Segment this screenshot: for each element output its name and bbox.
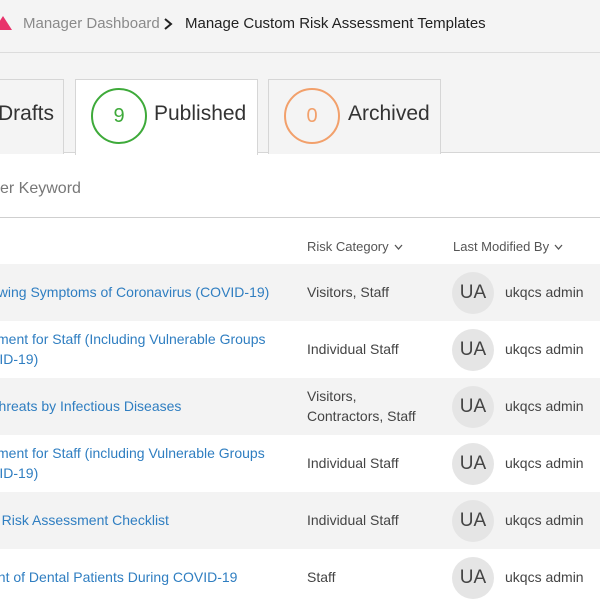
archived-count-badge: 0 (284, 88, 340, 144)
chevron-right-icon (164, 18, 173, 30)
triangle-logo-icon[interactable] (0, 16, 12, 30)
table-row[interactable]: e Risk Assessment Checklist Individual S… (0, 492, 600, 549)
risk-category-cell: Visitors, Staff (307, 284, 389, 300)
modified-by-cell: ukqcs admin (505, 398, 584, 414)
modified-by-cell: ukqcs admin (505, 569, 584, 585)
modified-by-cell: ukqcs admin (505, 284, 584, 300)
column-header-last-modified-by[interactable]: Last Modified By (453, 239, 563, 254)
modified-by-cell: ukqcs admin (505, 512, 584, 528)
tab-drafts-label: Drafts (0, 102, 55, 125)
breadcrumb-manager-dashboard[interactable]: Manager Dashboard (23, 15, 160, 32)
modified-by-cell: ukqcs admin (505, 341, 584, 357)
chevron-down-icon (394, 244, 403, 250)
risk-category-cell: Individual Staff (307, 512, 399, 528)
avatar: UA (452, 443, 494, 485)
tab-published-label: Published (154, 102, 247, 125)
keyword-search-input[interactable]: er Keyword (0, 180, 81, 198)
table-row[interactable]: ent of Dental Patients During COVID-19 S… (0, 549, 600, 600)
risk-category-cell: Individual Staff (307, 455, 399, 471)
modified-by-cell: ukqcs admin (505, 455, 584, 471)
template-name-link[interactable]: e Risk Assessment Checklist (0, 510, 290, 530)
breadcrumb-current-page: Manage Custom Risk Assessment Templates (185, 15, 486, 32)
table-row[interactable]: sment for Staff (including Vulnerable Gr… (0, 435, 600, 492)
column-header-risk-category[interactable]: Risk Category (307, 239, 403, 254)
table-row[interactable]: Threats by Infectious Diseases Visitors,… (0, 378, 600, 435)
status-tabs: Drafts 9 Published 0 Archived (0, 53, 600, 155)
template-name-link[interactable]: owing Symptoms of Coronavirus (COVID-19) (0, 282, 290, 302)
tab-drafts[interactable]: Drafts (0, 79, 64, 154)
avatar: UA (452, 500, 494, 542)
avatar: UA (452, 386, 494, 428)
tab-archived-label: Archived (348, 102, 430, 125)
template-name-link[interactable]: ent of Dental Patients During COVID-19 (0, 567, 290, 587)
table-row[interactable]: owing Symptoms of Coronavirus (COVID-19)… (0, 264, 600, 321)
template-name-link[interactable]: Threats by Infectious Diseases (0, 396, 290, 416)
tab-archived[interactable]: 0 Archived (268, 79, 441, 154)
template-name-link[interactable]: sment for Staff (Including Vulnerable Gr… (0, 329, 290, 369)
chevron-down-icon (554, 244, 563, 250)
top-bar: Manager Dashboard Manage Custom Risk Ass… (0, 0, 600, 53)
published-count-badge: 9 (91, 88, 147, 144)
search-underline (0, 217, 600, 218)
avatar: UA (452, 272, 494, 314)
template-name-link[interactable]: sment for Staff (including Vulnerable Gr… (0, 443, 290, 483)
risk-category-cell: Individual Staff (307, 341, 399, 357)
avatar: UA (452, 329, 494, 371)
table-row[interactable]: sment for Staff (Including Vulnerable Gr… (0, 321, 600, 378)
tab-published[interactable]: 9 Published (75, 79, 258, 155)
avatar: UA (452, 557, 494, 599)
risk-category-cell: Staff (307, 569, 336, 585)
risk-category-cell: Visitors, Contractors, Staff (307, 388, 416, 424)
